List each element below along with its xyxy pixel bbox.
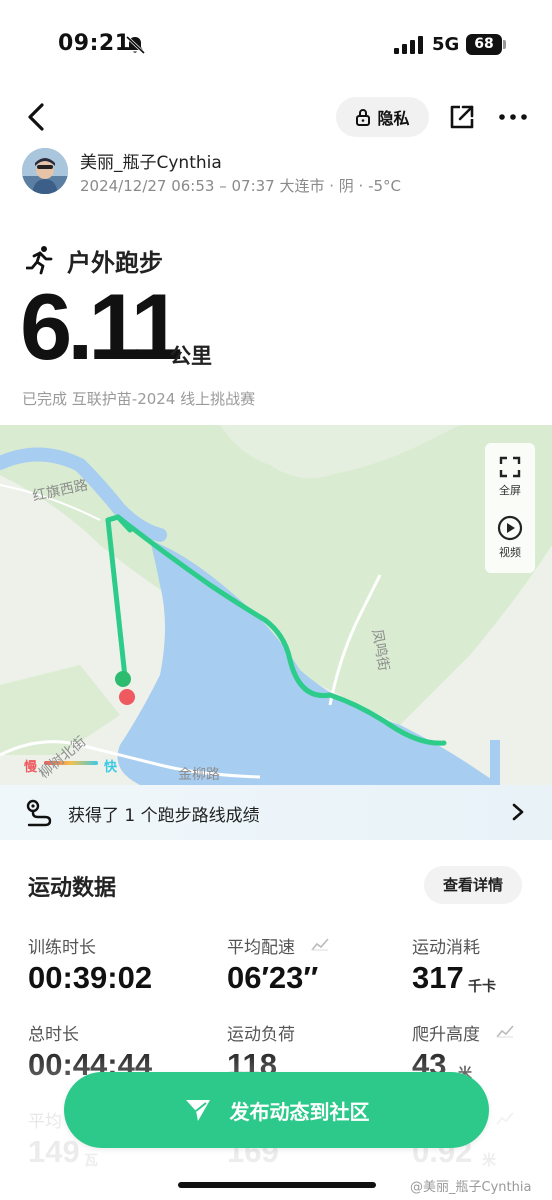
route-achievement-banner[interactable]: 获得了 1 个跑步路线成绩 (0, 785, 552, 840)
map-controls: 全屏 视频 (485, 443, 535, 573)
publish-to-community-button[interactable]: 发布动态到社区 (64, 1072, 489, 1148)
stat-label: 平均配速 (227, 938, 295, 958)
achievement-text: 获得了 1 个跑步路线成绩 (68, 806, 260, 826)
back-button[interactable] (20, 100, 52, 134)
stat-value: 06′23″ (227, 960, 319, 995)
stat-label: 运动负荷 (227, 1025, 295, 1045)
route-map[interactable]: 红旗西路 柳树北街 金柳路 凤鸣街 全屏 视频 慢 快 (0, 425, 552, 785)
speed-fast-label: 快 (104, 760, 118, 775)
status-time: 09:21 (58, 31, 131, 56)
bell-muted-icon (125, 35, 146, 55)
stat-label: 运动消耗 (412, 938, 480, 958)
speed-legend: 慢 快 (24, 756, 117, 775)
stat-value: 149 (28, 1134, 80, 1169)
video-label: 视频 (499, 546, 521, 559)
fullscreen-label: 全屏 (499, 484, 521, 497)
battery-indicator: 68 (466, 34, 502, 55)
watermark: @美丽_瓶子Cynthia (410, 1180, 532, 1195)
trend-icon (496, 1025, 514, 1038)
map-label-road3: 金柳路 (178, 767, 220, 783)
trend-icon (311, 938, 329, 951)
stat-value: 317 (412, 960, 464, 995)
privacy-label: 隐私 (377, 109, 410, 128)
stat-unit: 米 (482, 1153, 496, 1169)
privacy-button[interactable]: 隐私 (336, 97, 429, 137)
video-button[interactable]: 视频 (485, 515, 535, 560)
stat-unit: 瓦 (84, 1153, 98, 1169)
stat-value: 00:39:02 (28, 960, 153, 995)
route-pin-icon (26, 799, 52, 827)
lock-icon (356, 109, 371, 126)
distance-value: 6.11 (20, 274, 183, 379)
username[interactable]: 美丽_瓶子Cynthia (80, 148, 222, 173)
challenge-info: 已完成 互联护苗-2024 线上挑战赛 (22, 388, 255, 409)
cellular-signal-icon (394, 36, 423, 54)
chevron-right-icon (512, 803, 524, 821)
stat-label: 总时长 (28, 1025, 79, 1045)
speed-slow-label: 慢 (24, 760, 38, 775)
running-icon (26, 246, 53, 275)
share-icon[interactable] (446, 101, 478, 133)
view-details-button[interactable]: 查看详情 (424, 866, 522, 904)
stat-label: 平均 (28, 1112, 62, 1132)
stat-label: 训练时长 (28, 938, 96, 958)
status-bar: 09:21 5G 68 (0, 0, 552, 90)
challenge-name[interactable]: 互联护苗-2024 线上挑战赛 (72, 390, 255, 408)
play-circle-icon (497, 515, 523, 541)
send-icon (185, 1100, 210, 1121)
stat-label: 爬升高度 (412, 1025, 480, 1045)
activity-type: 户外跑步 (67, 249, 163, 277)
fullscreen-button[interactable]: 全屏 (485, 455, 535, 498)
challenge-prefix: 已完成 (22, 390, 72, 408)
publish-label: 发布动态到社区 (229, 1099, 370, 1124)
network-type: 5G (432, 34, 460, 55)
more-icon[interactable] (496, 104, 530, 130)
stat-unit: 千卡 (468, 979, 496, 995)
fullscreen-icon (499, 456, 521, 478)
section-title: 运动数据 (28, 876, 117, 901)
avatar[interactable] (22, 148, 68, 194)
home-indicator[interactable] (178, 1182, 376, 1188)
battery-tip (503, 40, 506, 49)
trend-icon (496, 1112, 514, 1125)
activity-meta: 2024/12/27 06:53 – 07:37 大连市 · 阴 · -5°C (80, 177, 402, 195)
distance-unit: 公里 (170, 344, 212, 368)
